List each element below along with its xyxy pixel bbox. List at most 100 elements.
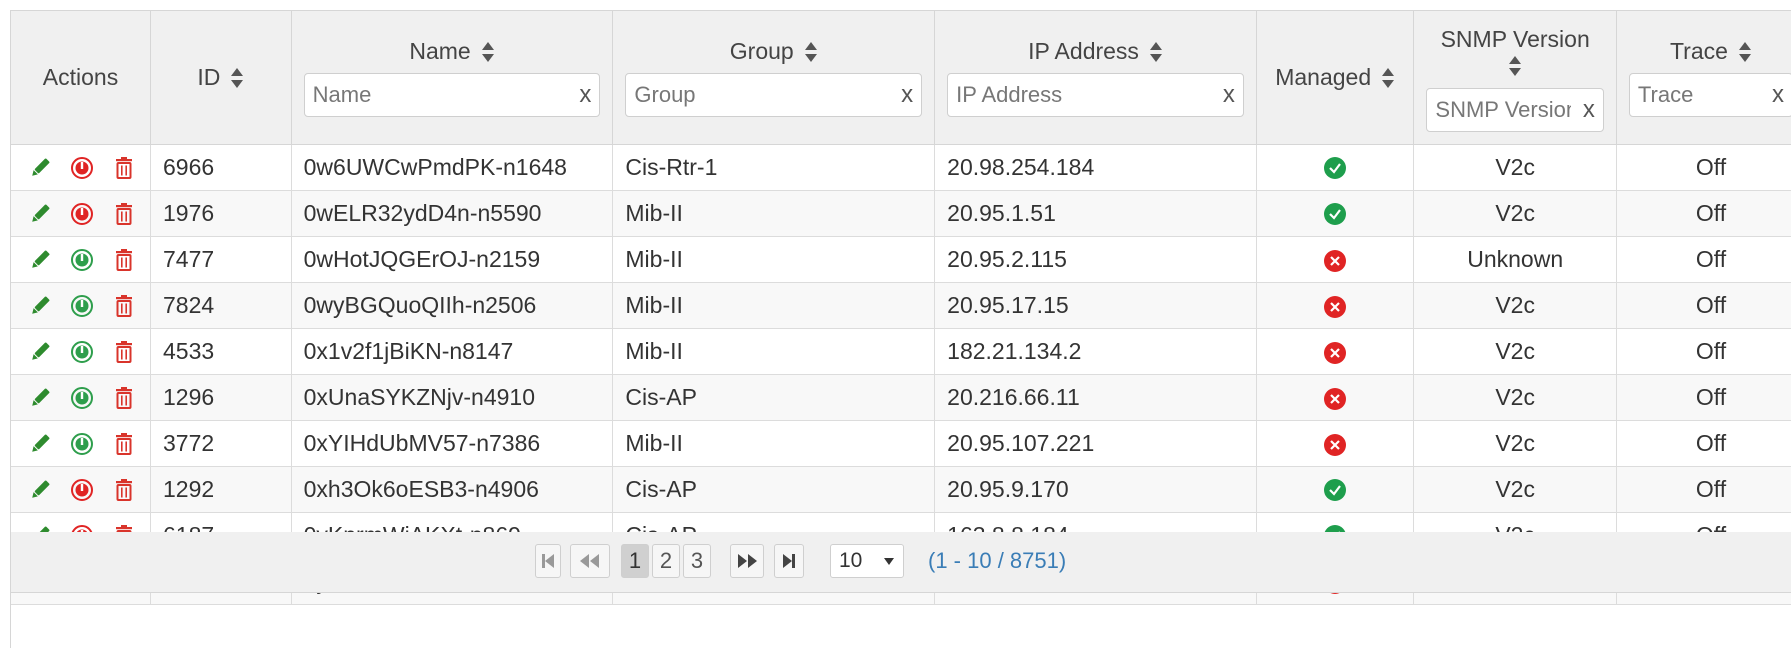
table-row[interactable]: 3772 0xYIHdUbMV57-n7386 Mib-II 20.95.107… — [11, 420, 1791, 467]
snmp-header[interactable]: SNMP Version x — [1413, 11, 1617, 145]
sort-icon[interactable] — [230, 66, 244, 90]
name-header[interactable]: Name x — [291, 11, 614, 145]
delete-trash-icon[interactable] — [111, 155, 137, 181]
page-button-1[interactable]: 1 — [621, 544, 649, 578]
dropdown-arrow-icon — [884, 558, 894, 565]
sort-icon[interactable] — [804, 40, 818, 64]
edit-pencil-icon[interactable] — [27, 339, 53, 365]
table-row[interactable]: 7824 0wyBGQuoQIIh-n2506 Mib-II 20.95.17.… — [11, 282, 1791, 329]
actions-cell — [11, 374, 151, 421]
trace-header[interactable]: Trace x — [1616, 11, 1791, 145]
edit-pencil-icon[interactable] — [27, 477, 53, 503]
group-header[interactable]: Group x — [612, 11, 936, 145]
id-cell: 6966 — [150, 144, 292, 191]
clear-name-filter-button[interactable]: x — [579, 83, 591, 107]
sort-icon[interactable] — [1381, 66, 1395, 90]
trace-cell: Off — [1616, 374, 1791, 421]
delete-trash-icon[interactable] — [111, 339, 137, 365]
edit-pencil-icon[interactable] — [27, 293, 53, 319]
power-icon[interactable] — [69, 247, 95, 273]
ip-cell: 20.216.66.11 — [934, 374, 1257, 421]
delete-trash-icon[interactable] — [111, 431, 137, 457]
edit-pencil-icon[interactable] — [27, 247, 53, 273]
delete-trash-icon[interactable] — [111, 201, 137, 227]
power-icon[interactable] — [69, 339, 95, 365]
name-header-label: Name — [409, 38, 471, 64]
devices-grid: Actions ID Name x Group x — [10, 10, 1791, 648]
delete-trash-icon[interactable] — [111, 385, 137, 411]
snmp-cell: V2c — [1413, 144, 1617, 191]
group-cell: Cis-AP — [612, 374, 936, 421]
table-row[interactable]: 7477 0wHotJQGErOJ-n2159 Mib-II 20.95.2.1… — [11, 236, 1791, 283]
name-cell: 0xUnaSYKZNjv-n4910 — [291, 374, 614, 421]
sort-icon[interactable] — [1149, 40, 1163, 64]
group-cell: Cis-AP — [612, 466, 936, 513]
clear-ip-filter-button[interactable]: x — [1223, 83, 1235, 107]
prev-page-button[interactable] — [570, 544, 610, 578]
first-page-button[interactable] — [535, 544, 561, 578]
group-cell: Cis-Rtr-1 — [612, 144, 936, 191]
group-cell: Mib-II — [612, 282, 936, 329]
power-icon[interactable] — [69, 155, 95, 181]
clear-trace-filter-button[interactable]: x — [1772, 83, 1784, 107]
delete-trash-icon[interactable] — [111, 247, 137, 273]
managed-cell — [1256, 374, 1415, 421]
edit-pencil-icon[interactable] — [27, 155, 53, 181]
table-row[interactable]: 4533 0x1v2f1jBiKN-n8147 Mib-II 182.21.13… — [11, 328, 1791, 375]
actions-cell — [11, 144, 151, 191]
group-filter-input[interactable] — [634, 82, 858, 108]
prev-page-icon — [580, 554, 599, 568]
delete-trash-icon[interactable] — [111, 293, 137, 319]
actions-cell — [11, 236, 151, 283]
sort-icon[interactable] — [1738, 40, 1752, 64]
clear-group-filter-button[interactable]: x — [901, 83, 913, 107]
sort-icon[interactable] — [1508, 54, 1522, 78]
delete-trash-icon[interactable] — [111, 477, 137, 503]
managed-header[interactable]: Managed — [1256, 11, 1415, 145]
last-page-button[interactable] — [774, 544, 804, 578]
page-size-select[interactable]: 10 — [830, 544, 904, 578]
trace-filter-field: x — [1628, 73, 1791, 117]
snmp-cell: V2c — [1413, 466, 1617, 513]
table-row[interactable]: 1296 0xUnaSYKZNjv-n4910 Cis-AP 20.216.66… — [11, 374, 1791, 421]
ip-header[interactable]: IP Address x — [934, 11, 1257, 145]
table-row[interactable]: 1292 0xh3Ok6oESB3-n4906 Cis-AP 20.95.9.1… — [11, 466, 1791, 513]
table-row[interactable]: 1976 0wELR32ydD4n-n5590 Mib-II 20.95.1.5… — [11, 190, 1791, 237]
power-icon[interactable] — [69, 431, 95, 457]
snmp-filter-input[interactable] — [1435, 96, 1571, 123]
ip-cell: 20.98.254.184 — [934, 144, 1257, 191]
edit-pencil-icon[interactable] — [27, 385, 53, 411]
ip-cell: 20.95.1.51 — [934, 190, 1257, 237]
trace-filter-input[interactable] — [1637, 82, 1755, 108]
clear-snmp-filter-button[interactable]: x — [1583, 97, 1595, 122]
page-button-3[interactable]: 3 — [683, 544, 711, 578]
actions-cell — [11, 420, 151, 467]
power-icon[interactable] — [69, 477, 95, 503]
power-icon[interactable] — [69, 385, 95, 411]
edit-pencil-icon[interactable] — [27, 431, 53, 457]
id-cell: 7824 — [150, 282, 292, 329]
name-cell: 0wELR32ydD4n-n5590 — [291, 190, 614, 237]
snmp-cell: V2c — [1413, 190, 1617, 237]
id-header[interactable]: ID — [150, 11, 292, 145]
table-row[interactable]: 6966 0w6UWCwPmdPK-n1648 Cis-Rtr-1 20.98.… — [11, 144, 1791, 191]
next-page-button[interactable] — [730, 544, 764, 578]
ip-filter-input[interactable] — [956, 82, 1180, 108]
name-cell: 0xh3Ok6oESB3-n4906 — [291, 466, 614, 513]
ip-cell: 20.95.107.221 — [934, 420, 1257, 467]
id-header-label: ID — [197, 64, 221, 90]
managed-check-icon — [1324, 479, 1347, 501]
sort-icon[interactable] — [481, 40, 495, 64]
managed-cell — [1256, 328, 1415, 375]
power-icon[interactable] — [69, 293, 95, 319]
edit-pencil-icon[interactable] — [27, 201, 53, 227]
trace-cell: Off — [1616, 420, 1791, 467]
page-button-2[interactable]: 2 — [652, 544, 680, 578]
actions-header-label: Actions — [42, 64, 119, 90]
name-filter-input[interactable] — [312, 82, 536, 108]
managed-cell — [1256, 282, 1415, 329]
unmanaged-x-icon — [1324, 296, 1347, 318]
power-icon[interactable] — [69, 201, 95, 227]
snmp-cell: V2c — [1413, 282, 1617, 329]
managed-header-label: Managed — [1275, 64, 1372, 90]
